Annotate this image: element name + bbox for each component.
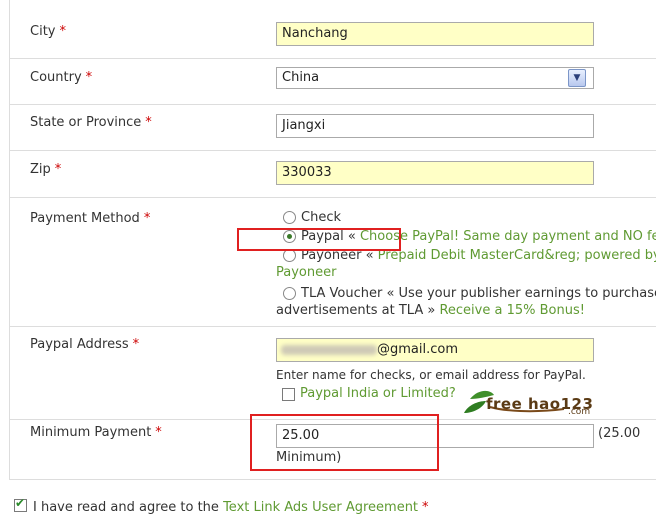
paypal-india-link[interactable]: Paypal India or Limited?	[300, 386, 456, 401]
option-payoneer-promo-link-2[interactable]: Payoneer	[276, 265, 336, 280]
payment-method-label: Payment Method *	[30, 211, 151, 226]
blurred-email-username	[281, 344, 377, 355]
radio-tla-voucher[interactable]	[283, 287, 296, 300]
option-tla-voucher: TLA Voucher « Use your publisher earning…	[301, 286, 656, 301]
paypal-address-help: Enter name for checks, or email address …	[276, 368, 586, 382]
state-label: State or Province *	[30, 115, 152, 130]
paypal-address-domain: @gmail.com	[377, 342, 459, 357]
minimum-payment-highlight-box	[250, 414, 439, 471]
zip-input[interactable]: 330033	[276, 161, 594, 185]
paypal-india-checkbox[interactable]	[282, 388, 295, 401]
agreement-text: I have read and agree to the Text Link A…	[33, 500, 429, 515]
option-tla-desc-2: advertisements at TLA » Receive a 15% Bo…	[276, 303, 585, 318]
zip-label: Zip *	[30, 162, 62, 177]
radio-check[interactable]	[283, 211, 296, 224]
option-tla-desc-line2: advertisements at TLA »	[276, 303, 440, 318]
state-row: State or Province * Jiangxi	[10, 105, 656, 151]
agreement-required-mark: *	[422, 500, 429, 515]
agreement-checkbox[interactable]	[14, 496, 27, 512]
option-tla-desc: « Use your publisher earnings to purchas…	[382, 286, 656, 301]
minimum-payment-hint: (25.00	[598, 426, 641, 441]
minimum-payment-label: Minimum Payment *	[30, 425, 162, 440]
state-input[interactable]: Jiangxi	[276, 114, 594, 138]
agreement-link[interactable]: Text Link Ads User Agreement	[223, 500, 418, 515]
country-row: Country * China ▼	[10, 59, 656, 105]
option-check-label: Check	[301, 210, 341, 225]
country-select[interactable]: China ▼	[276, 67, 594, 89]
country-selected-value: China	[282, 70, 320, 85]
city-row: City * Nanchang	[10, 0, 656, 59]
option-payoneer-promo-link[interactable]: Prepaid Debit MasterCard&reg; powered by	[378, 248, 656, 263]
watermark-suffix: .com	[568, 407, 591, 417]
paypal-highlight-box	[237, 228, 401, 251]
payment-method-row: Payment Method * Check Paypal « Choose Pa…	[10, 198, 656, 327]
option-paypal-promo-link[interactable]: Choose PayPal! Same day payment and NO f…	[360, 229, 656, 244]
country-label: Country *	[30, 70, 93, 85]
paypal-address-label: Paypal Address *	[30, 337, 140, 352]
city-label: City *	[30, 24, 66, 39]
paypal-address-input[interactable]: @gmail.com	[276, 338, 594, 362]
zip-row: Zip * 330033	[10, 151, 656, 198]
agreement-prefix: I have read and agree to the	[33, 500, 224, 515]
option-tla-bonus-link[interactable]: Receive a 15% Bonus!	[439, 303, 585, 318]
option-tla-label: TLA Voucher	[301, 286, 383, 301]
freehao123-watermark-logo: free hao123 .com	[460, 387, 595, 427]
chevron-down-icon[interactable]: ▼	[568, 69, 586, 87]
city-input[interactable]: Nanchang	[276, 22, 594, 46]
